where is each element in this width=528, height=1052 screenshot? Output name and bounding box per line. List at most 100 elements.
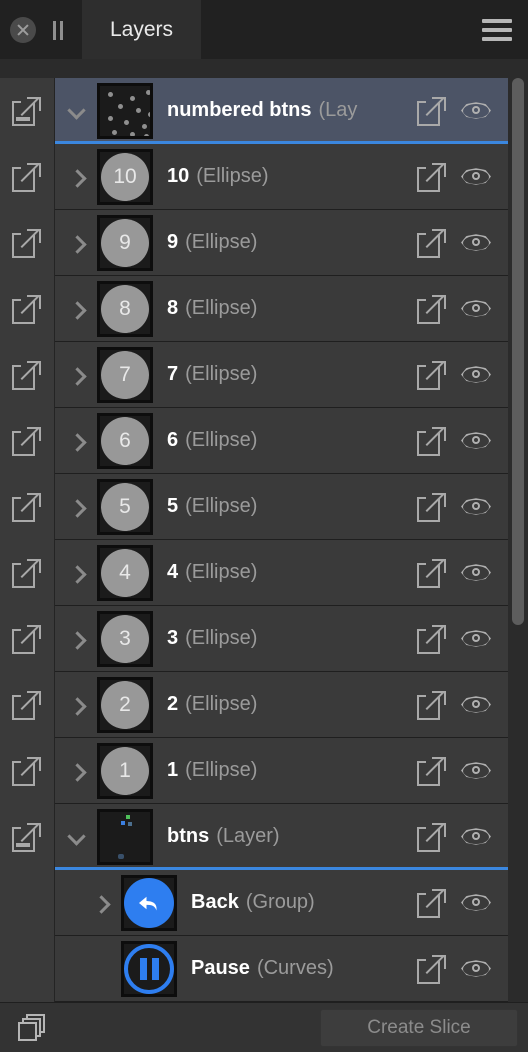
- row-export-button[interactable]: [410, 276, 454, 342]
- row-visibility-toggle[interactable]: [454, 870, 498, 936]
- layer-thumbnail[interactable]: 6: [97, 412, 153, 469]
- vertical-scrollbar[interactable]: [508, 59, 528, 1002]
- layer-thumbnail[interactable]: [97, 82, 153, 139]
- row-export-gutter[interactable]: [0, 77, 55, 144]
- layer-thumbnail[interactable]: 5: [97, 478, 153, 535]
- eye-icon[interactable]: [461, 696, 491, 714]
- layer-row[interactable]: 6 6 (Ellipse): [0, 407, 508, 474]
- layer-thumbnail[interactable]: 10: [97, 148, 153, 205]
- row-export-button[interactable]: [410, 606, 454, 672]
- layer-row[interactable]: 5 5 (Ellipse): [0, 473, 508, 540]
- tab-layers[interactable]: Layers: [82, 0, 202, 59]
- layer-thumbnail[interactable]: 1: [97, 742, 153, 799]
- layer-row[interactable]: 2 2 (Ellipse): [0, 671, 508, 738]
- row-export-button[interactable]: [410, 738, 454, 804]
- layer-row[interactable]: 9 9 (Ellipse): [0, 209, 508, 276]
- layer-row[interactable]: numbered btns (Lay: [0, 77, 508, 144]
- layer-thumbnail[interactable]: [97, 808, 153, 865]
- hamburger-menu-icon[interactable]: [482, 15, 512, 45]
- eye-icon[interactable]: [461, 102, 491, 120]
- export-icon[interactable]: [417, 954, 447, 984]
- eye-icon[interactable]: [461, 630, 491, 648]
- export-icon[interactable]: [417, 426, 447, 456]
- layer-thumbnail[interactable]: 7: [97, 346, 153, 403]
- row-visibility-toggle[interactable]: [454, 804, 498, 870]
- layer-row[interactable]: 1 1 (Ellipse): [0, 737, 508, 804]
- export-icon[interactable]: [417, 888, 447, 918]
- export-icon[interactable]: [12, 228, 42, 258]
- create-slice-button[interactable]: Create Slice: [320, 1008, 518, 1047]
- export-icon[interactable]: [12, 360, 42, 390]
- row-export-button[interactable]: [410, 936, 454, 1002]
- row-visibility-toggle[interactable]: [454, 540, 498, 606]
- row-export-button[interactable]: [410, 474, 454, 540]
- layer-row[interactable]: 4 4 (Ellipse): [0, 539, 508, 606]
- row-visibility-toggle[interactable]: [454, 672, 498, 738]
- row-export-button[interactable]: [410, 78, 454, 144]
- row-visibility-toggle[interactable]: [454, 144, 498, 210]
- layer-row[interactable]: 3 3 (Ellipse): [0, 605, 508, 672]
- row-export-button[interactable]: [410, 540, 454, 606]
- row-export-gutter[interactable]: [0, 341, 55, 408]
- layer-thumbnail[interactable]: [121, 940, 177, 997]
- export-icon[interactable]: [417, 162, 447, 192]
- layer-thumbnail[interactable]: 3: [97, 610, 153, 667]
- layer-thumbnail[interactable]: 2: [97, 676, 153, 733]
- close-circle-icon[interactable]: [10, 16, 36, 43]
- layer-row[interactable]: 8 8 (Ellipse): [0, 275, 508, 342]
- row-export-gutter[interactable]: [0, 275, 55, 342]
- row-export-gutter[interactable]: [0, 803, 55, 870]
- row-export-gutter[interactable]: [0, 539, 55, 606]
- export-icon[interactable]: [12, 558, 42, 588]
- row-export-gutter[interactable]: [0, 737, 55, 804]
- export-icon[interactable]: [417, 756, 447, 786]
- chevron-right-icon[interactable]: [55, 144, 97, 210]
- chevron-right-icon[interactable]: [55, 474, 97, 540]
- row-export-button[interactable]: [410, 144, 454, 210]
- row-visibility-toggle[interactable]: [454, 342, 498, 408]
- row-export-button[interactable]: [410, 870, 454, 936]
- chevron-right-icon[interactable]: [55, 606, 97, 672]
- export-icon[interactable]: [12, 690, 42, 720]
- layer-thumbnail[interactable]: [121, 874, 177, 931]
- eye-icon[interactable]: [461, 762, 491, 780]
- chevron-right-icon[interactable]: [55, 672, 97, 738]
- row-export-button[interactable]: [410, 210, 454, 276]
- row-export-gutter[interactable]: [0, 209, 55, 276]
- eye-icon[interactable]: [461, 366, 491, 384]
- layer-row[interactable]: Pause (Curves): [0, 935, 508, 1002]
- export-icon[interactable]: [417, 624, 447, 654]
- layer-row[interactable]: btns (Layer): [0, 803, 508, 870]
- row-visibility-toggle[interactable]: [454, 606, 498, 672]
- export-icon[interactable]: [12, 822, 42, 852]
- export-icon[interactable]: [12, 624, 42, 654]
- chevron-right-icon[interactable]: [55, 342, 97, 408]
- export-icon[interactable]: [417, 228, 447, 258]
- row-visibility-toggle[interactable]: [454, 276, 498, 342]
- eye-icon[interactable]: [461, 168, 491, 186]
- row-visibility-toggle[interactable]: [454, 408, 498, 474]
- row-export-gutter[interactable]: [0, 407, 55, 474]
- layer-row[interactable]: 10 10 (Ellipse): [0, 143, 508, 210]
- pause-bars-icon[interactable]: [48, 19, 68, 41]
- chevron-right-icon[interactable]: [55, 408, 97, 474]
- layer-thumbnail[interactable]: 9: [97, 214, 153, 271]
- layer-thumbnail[interactable]: 8: [97, 280, 153, 337]
- chevron-down-icon[interactable]: [55, 804, 97, 870]
- row-visibility-toggle[interactable]: [454, 474, 498, 540]
- export-icon[interactable]: [12, 756, 42, 786]
- row-visibility-toggle[interactable]: [454, 936, 498, 1002]
- chevron-down-icon[interactable]: [55, 78, 97, 144]
- row-visibility-toggle[interactable]: [454, 738, 498, 804]
- chevron-right-icon[interactable]: [55, 276, 97, 342]
- row-export-button[interactable]: [410, 804, 454, 870]
- eye-icon[interactable]: [461, 432, 491, 450]
- row-export-gutter[interactable]: [0, 671, 55, 738]
- slices-stack-icon[interactable]: [18, 1013, 50, 1042]
- export-icon[interactable]: [417, 558, 447, 588]
- row-visibility-toggle[interactable]: [454, 210, 498, 276]
- export-icon[interactable]: [12, 426, 42, 456]
- layer-row[interactable]: 7 7 (Ellipse): [0, 341, 508, 408]
- chevron-right-icon[interactable]: [55, 210, 97, 276]
- export-icon[interactable]: [417, 96, 447, 126]
